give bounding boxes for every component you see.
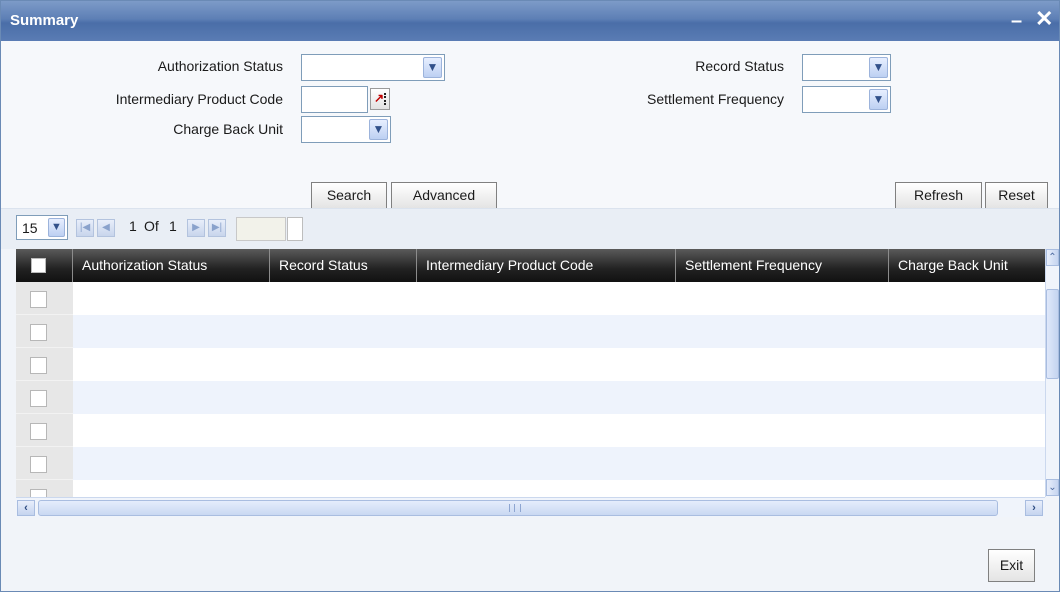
authorization-status-label: Authorization Status xyxy=(157,58,283,74)
lov-icon[interactable]: ↗ xyxy=(370,88,390,110)
table-row[interactable] xyxy=(16,414,1045,447)
row-checkbox[interactable] xyxy=(30,390,47,407)
exit-button[interactable]: Exit xyxy=(988,549,1035,582)
row-select-cell xyxy=(16,381,73,414)
previous-page-icon[interactable]: ◀ xyxy=(97,219,115,237)
table-row[interactable] xyxy=(16,381,1045,414)
authorization-status-select[interactable]: ▼ xyxy=(301,54,445,81)
summary-window: Summary – ✕ Authorization Status ▼ Inter… xyxy=(0,0,1060,592)
row-cells xyxy=(73,447,1045,480)
row-checkbox[interactable] xyxy=(30,423,47,440)
select-all-checkbox[interactable] xyxy=(31,258,46,273)
row-cells xyxy=(73,315,1045,348)
grid-header: Authorization Status Record Status Inter… xyxy=(16,249,1045,282)
row-cells xyxy=(73,348,1045,381)
title-bar[interactable]: Summary – ✕ xyxy=(1,1,1059,41)
first-page-icon[interactable]: |◀ xyxy=(76,219,94,237)
scroll-down-icon[interactable]: ⌄ xyxy=(1046,479,1059,496)
settlement-frequency-label: Settlement Frequency xyxy=(647,91,784,107)
row-cells xyxy=(73,480,1045,497)
footer: Exit xyxy=(1,517,1059,591)
of-label: Of xyxy=(144,218,159,234)
row-select-cell xyxy=(16,348,73,381)
page-size-select[interactable]: 15 ▼ xyxy=(16,215,68,240)
horizontal-scrollbar[interactable]: ‹ › xyxy=(16,497,1045,517)
settlement-frequency-select[interactable]: ▼ xyxy=(802,86,891,113)
vertical-scroll-thumb[interactable] xyxy=(1046,289,1059,379)
row-cells xyxy=(73,414,1045,447)
chevron-down-icon[interactable]: ▼ xyxy=(869,89,888,110)
record-status-select[interactable]: ▼ xyxy=(802,54,891,81)
record-status-label: Record Status xyxy=(695,58,784,74)
search-button[interactable]: Search xyxy=(311,182,387,209)
window-title: Summary xyxy=(10,12,79,29)
scroll-right-icon[interactable]: › xyxy=(1025,500,1043,516)
reset-button[interactable]: Reset xyxy=(985,182,1048,209)
table-row[interactable] xyxy=(16,348,1045,381)
total-pages: 1 xyxy=(169,218,177,234)
row-select-cell xyxy=(16,480,73,497)
row-cells xyxy=(73,381,1045,414)
next-page-icon[interactable]: ▶ xyxy=(187,219,205,237)
charge-back-unit-select[interactable]: ▼ xyxy=(301,116,391,143)
column-header[interactable]: Record Status xyxy=(270,249,417,282)
column-header[interactable]: Charge Back Unit xyxy=(889,249,1045,282)
chevron-down-icon[interactable]: ▼ xyxy=(869,57,888,78)
table-row[interactable] xyxy=(16,447,1045,480)
search-form: Authorization Status ▼ Intermediary Prod… xyxy=(1,41,1059,210)
refresh-button[interactable]: Refresh xyxy=(895,182,982,209)
select-all-cell xyxy=(16,249,73,282)
column-header[interactable]: Authorization Status xyxy=(73,249,270,282)
row-select-cell xyxy=(16,447,73,480)
row-checkbox[interactable] xyxy=(30,456,47,473)
row-checkbox[interactable] xyxy=(30,324,47,341)
chevron-down-icon[interactable]: ▼ xyxy=(48,218,65,237)
horizontal-scroll-thumb[interactable] xyxy=(38,500,998,516)
row-checkbox[interactable] xyxy=(30,489,47,497)
vertical-scrollbar[interactable]: ⌃ ⌄ xyxy=(1045,249,1059,497)
column-header[interactable]: Intermediary Product Code xyxy=(417,249,676,282)
intermediary-product-code-label: Intermediary Product Code xyxy=(115,91,283,107)
pager: 15 ▼ |◀ ◀ 1 Of 1 ▶ ▶| xyxy=(1,209,1059,249)
table-row[interactable] xyxy=(16,315,1045,348)
charge-back-unit-label: Charge Back Unit xyxy=(173,121,283,137)
row-select-cell xyxy=(16,282,73,315)
goto-page-input[interactable] xyxy=(236,217,286,241)
scroll-up-icon[interactable]: ⌃ xyxy=(1046,249,1059,266)
chevron-down-icon[interactable]: ▼ xyxy=(369,119,388,140)
row-checkbox[interactable] xyxy=(30,357,47,374)
chevron-down-icon[interactable]: ▼ xyxy=(423,57,442,78)
results-grid: Authorization Status Record Status Inter… xyxy=(16,249,1045,497)
table-row[interactable] xyxy=(16,480,1045,497)
goto-page-button[interactable] xyxy=(287,217,303,241)
close-icon[interactable]: ✕ xyxy=(1035,6,1053,32)
last-page-icon[interactable]: ▶| xyxy=(208,219,226,237)
minimize-icon[interactable]: – xyxy=(1011,10,1022,33)
current-page: 1 xyxy=(129,218,137,234)
table-row[interactable] xyxy=(16,282,1045,315)
row-select-cell xyxy=(16,315,73,348)
advanced-button[interactable]: Advanced xyxy=(391,182,497,209)
row-cells xyxy=(73,282,1045,315)
row-checkbox[interactable] xyxy=(30,291,47,308)
scroll-left-icon[interactable]: ‹ xyxy=(17,500,35,516)
intermediary-product-code-input[interactable] xyxy=(301,86,368,113)
column-header[interactable]: Settlement Frequency xyxy=(676,249,889,282)
row-select-cell xyxy=(16,414,73,447)
